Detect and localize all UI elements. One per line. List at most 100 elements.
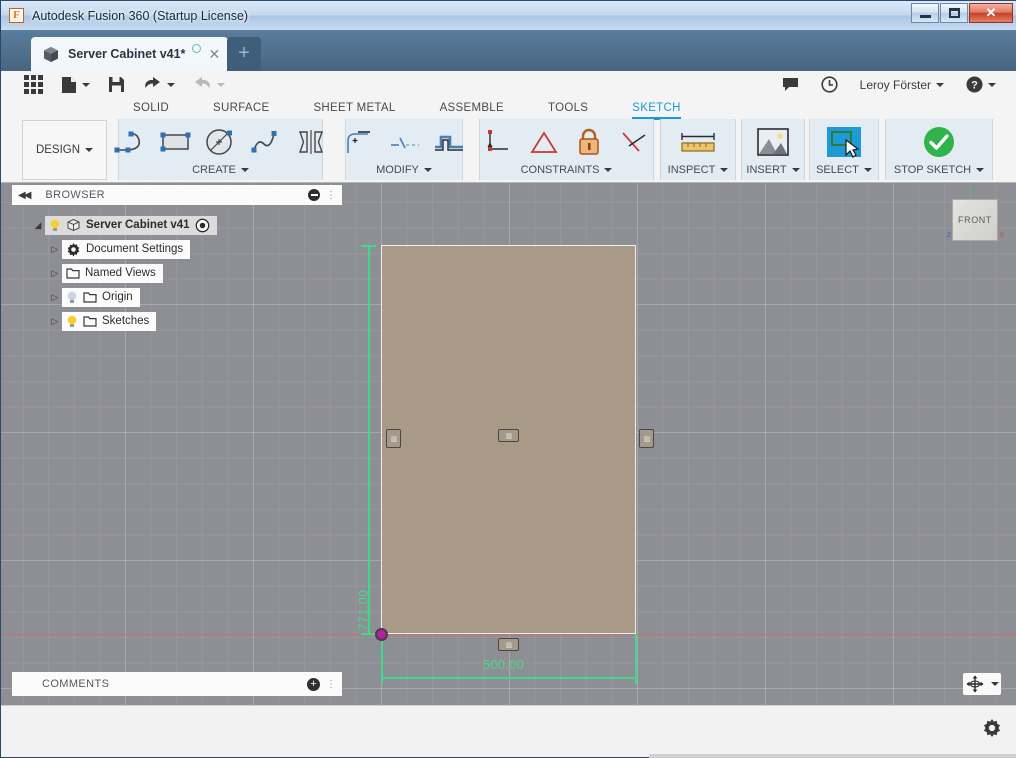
tree-node-origin[interactable]: ▷ Origin bbox=[48, 285, 341, 309]
minimize-button[interactable] bbox=[911, 3, 939, 23]
fix-lock-icon[interactable] bbox=[568, 123, 610, 161]
speech-bubble-icon bbox=[782, 78, 798, 91]
perpendicular-icon[interactable] bbox=[613, 123, 655, 161]
comments-panel-header: COMMENTS + ⋮ bbox=[12, 672, 342, 696]
panel-insert-tools bbox=[747, 119, 799, 164]
panel-modify-label[interactable]: MODIFY bbox=[376, 164, 432, 180]
chevron-down-icon bbox=[720, 168, 729, 172]
close-button[interactable]: ✕ bbox=[969, 3, 1013, 23]
comments-button[interactable] bbox=[771, 71, 810, 98]
panel-constraints-label[interactable]: CONSTRAINTS bbox=[521, 164, 613, 180]
green-check-icon[interactable] bbox=[918, 123, 960, 161]
dimension-icon[interactable] bbox=[478, 123, 520, 161]
ribbon-tab-solid[interactable]: SOLID bbox=[111, 98, 191, 119]
horizontal-constraint-glyph[interactable]: ▥ bbox=[498, 429, 519, 442]
redo-button[interactable] bbox=[184, 71, 234, 98]
view-cube[interactable]: FRONT bbox=[952, 199, 998, 241]
trim-icon[interactable] bbox=[383, 123, 425, 161]
ribbon-tab-tools[interactable]: TOOLS bbox=[526, 98, 610, 119]
image-icon[interactable] bbox=[752, 123, 794, 161]
panel-stop-sketch-label[interactable]: STOP SKETCH bbox=[894, 164, 985, 180]
chevron-down-icon bbox=[863, 168, 872, 172]
ribbon-tab-surface[interactable]: SURFACE bbox=[191, 98, 291, 119]
horizontal-dimension-value[interactable]: 500.00 bbox=[483, 658, 524, 672]
chevron-down-icon[interactable] bbox=[990, 682, 999, 686]
panel-grip[interactable]: ⋮ bbox=[326, 679, 336, 690]
fusion360-window: F Autodesk Fusion 360 (Startup License) … bbox=[0, 0, 1016, 758]
chevron-down-icon bbox=[240, 168, 249, 172]
vertical-constraint-glyph-left[interactable]: ▥ bbox=[386, 429, 401, 448]
rectangle-icon[interactable] bbox=[155, 123, 197, 161]
history-button[interactable] bbox=[810, 71, 849, 98]
user-menu[interactable]: Leroy Förster bbox=[849, 71, 955, 98]
save-button[interactable] bbox=[99, 71, 134, 98]
view-cube-y-axis-label: y bbox=[971, 186, 975, 195]
navigation-bar[interactable] bbox=[963, 673, 1001, 695]
expand-triangle-icon[interactable]: ◢ bbox=[31, 220, 45, 231]
settings-gear-button[interactable] bbox=[982, 718, 1002, 738]
view-cube-z-axis-label: z bbox=[947, 230, 951, 239]
mirror-icon[interactable] bbox=[290, 123, 332, 161]
expand-triangle-icon[interactable]: ▷ bbox=[48, 268, 62, 279]
tree-node-document-settings[interactable]: ▷ Document Settings bbox=[48, 237, 341, 261]
ruler-icon[interactable] bbox=[677, 123, 719, 161]
close-icon[interactable]: ✕ bbox=[208, 47, 220, 61]
activate-target-icon[interactable] bbox=[195, 218, 210, 233]
ribbon-tab-sheet-metal[interactable]: SHEET METAL bbox=[291, 98, 417, 119]
title-bar: F Autodesk Fusion 360 (Startup License) … bbox=[1, 1, 1016, 30]
sketch-origin-point[interactable] bbox=[375, 628, 388, 641]
panel-grip[interactable]: ⋮ bbox=[326, 190, 336, 201]
new-tab-button[interactable]: + bbox=[227, 37, 261, 71]
tree-node-named-views[interactable]: ▷ Named Views bbox=[48, 261, 341, 285]
tree-node-server-cabinet[interactable]: ◢ Server Cabinet v41 bbox=[31, 213, 341, 237]
double-left-arrow-icon[interactable]: ◀◀ bbox=[18, 190, 31, 201]
view-cube-x-axis-label: x bbox=[1000, 230, 1004, 239]
circle-icon[interactable] bbox=[200, 123, 242, 161]
bulb-icon[interactable] bbox=[49, 219, 61, 232]
ribbon: SOLID SURFACE SHEET METAL ASSEMBLE TOOLS… bbox=[1, 98, 1016, 183]
horizontal-dimension-line bbox=[381, 677, 636, 679]
plus-circle-icon[interactable]: + bbox=[307, 677, 320, 691]
panel-create-label[interactable]: CREATE bbox=[192, 164, 249, 180]
ribbon-tab-assemble[interactable]: ASSEMBLE bbox=[418, 98, 526, 119]
expand-triangle-icon[interactable]: ▷ bbox=[48, 292, 62, 303]
expand-triangle-icon[interactable]: ▷ bbox=[48, 244, 62, 255]
workspace-switcher-button[interactable]: DESIGN bbox=[22, 120, 107, 180]
sync-circle-icon bbox=[192, 44, 202, 53]
expand-triangle-icon[interactable]: ▷ bbox=[48, 316, 62, 327]
tree-node-sketches[interactable]: ▷ Sketches bbox=[48, 309, 341, 333]
spline-icon[interactable] bbox=[245, 123, 287, 161]
window-controls: ✕ bbox=[911, 3, 1013, 23]
tree-node-chip: Sketches bbox=[62, 311, 157, 331]
tree-node-label: Named Views bbox=[85, 267, 156, 279]
clock-icon bbox=[821, 76, 838, 93]
vertical-dimension-value[interactable]: 771.00 bbox=[357, 589, 371, 630]
minus-circle-icon[interactable] bbox=[308, 189, 320, 201]
gear-icon bbox=[984, 719, 1000, 737]
undo-button[interactable] bbox=[134, 71, 184, 98]
equal-triangle-icon[interactable] bbox=[523, 123, 565, 161]
folder-icon bbox=[83, 292, 97, 303]
quick-access-toolbar: Leroy Förster ? bbox=[1, 71, 1016, 98]
bulb-icon[interactable] bbox=[66, 291, 78, 304]
tree-node-chip: Named Views bbox=[62, 263, 163, 283]
constraint-bars: ▥ bbox=[643, 435, 651, 443]
vertical-constraint-glyph-right[interactable]: ▥ bbox=[639, 429, 654, 448]
panel-inspect-label[interactable]: INSPECT bbox=[668, 164, 729, 180]
help-button[interactable]: ? bbox=[955, 71, 1007, 98]
ribbon-tab-sketch[interactable]: SKETCH bbox=[610, 98, 702, 119]
document-tab[interactable]: Server Cabinet v41* ✕ bbox=[31, 37, 229, 71]
fillet-icon[interactable] bbox=[338, 123, 380, 161]
offset-icon[interactable] bbox=[428, 123, 470, 161]
pan-orbit-icon[interactable] bbox=[966, 675, 984, 693]
line-icon[interactable] bbox=[110, 123, 152, 161]
app-grid-button[interactable] bbox=[15, 71, 52, 98]
panel-insert-label[interactable]: INSERT bbox=[746, 164, 800, 180]
maximize-button[interactable] bbox=[940, 3, 968, 23]
constraint-bars: ▥ bbox=[390, 435, 398, 443]
select-cursor-icon[interactable] bbox=[823, 123, 865, 161]
horizontal-constraint-glyph-bottom[interactable]: ▥ bbox=[498, 638, 519, 651]
bulb-icon[interactable] bbox=[66, 315, 78, 328]
file-button[interactable] bbox=[52, 71, 99, 98]
panel-select-label[interactable]: SELECT bbox=[816, 164, 872, 180]
